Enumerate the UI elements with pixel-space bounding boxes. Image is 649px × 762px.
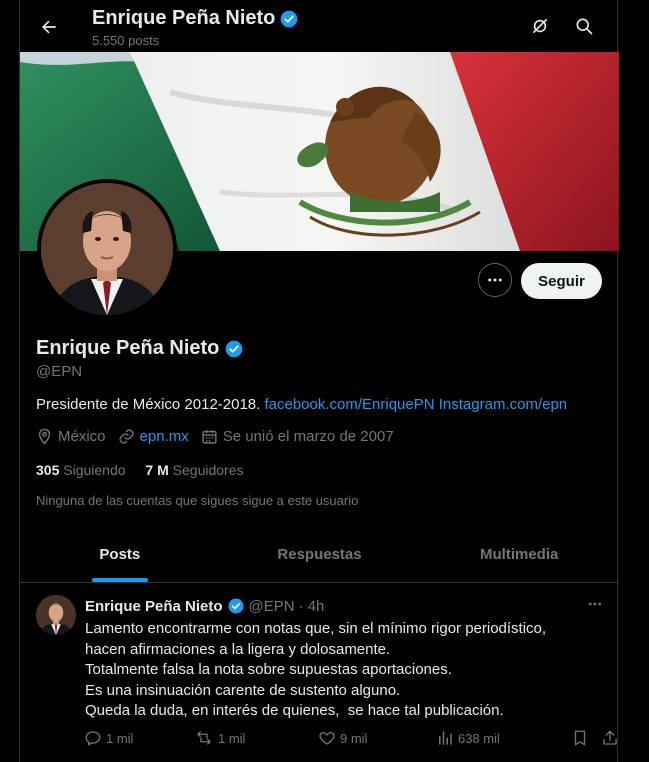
tab-media-label: Multimedia xyxy=(480,546,559,563)
joined-item: Se unió el marzo de 2007 xyxy=(201,428,394,445)
verified-badge-icon[interactable] xyxy=(224,339,244,359)
grok-icon xyxy=(532,18,548,34)
profile-column: Enrique Peña Nieto 5.550 posts Seguir En… xyxy=(19,0,619,762)
tab-media[interactable]: Multimedia xyxy=(419,527,619,582)
profile-tabs: Posts Respuestas Multimedia xyxy=(20,527,619,583)
verified-badge-icon xyxy=(228,598,244,614)
views-button[interactable]: 638 mil xyxy=(436,729,500,747)
more-icon xyxy=(589,602,601,606)
tweet-author[interactable]: Enrique Peña Nieto xyxy=(85,598,223,615)
follow-button[interactable]: Seguir xyxy=(521,263,602,299)
location-icon xyxy=(38,428,51,445)
tab-replies[interactable]: Respuestas xyxy=(220,527,420,582)
tweet-line: Lamento encontrarme con notas que, sin e… xyxy=(85,620,547,637)
profile-meta: México epn.mx Se unió el marzo de 2007 xyxy=(36,428,406,445)
tweet-more-button[interactable] xyxy=(584,594,606,614)
tab-posts[interactable]: Posts xyxy=(20,527,220,582)
followers-label: Seguidores xyxy=(172,462,244,478)
following-count: 305 xyxy=(36,462,60,478)
tweet-text: Lamento encontrarme con notas que, sin e… xyxy=(85,619,605,722)
tweet-line: Es una insinuación carente de sustento a… xyxy=(85,681,401,699)
tweet-line: hacen afirmaciones a la ligera y dolosam… xyxy=(85,640,391,658)
follow-stats: 305 Siguiendo 7 M Seguidores xyxy=(36,462,243,478)
more-icon xyxy=(488,278,502,282)
followers-link[interactable]: 7 M Seguidores xyxy=(145,462,243,478)
like-count: 9 mil xyxy=(340,730,368,746)
website-item: epn.mx xyxy=(118,428,189,445)
profile-name-row: Enrique Peña Nieto xyxy=(36,337,244,360)
active-tab-indicator xyxy=(91,578,148,582)
following-link[interactable]: 305 Siguiendo xyxy=(36,462,126,478)
following-label: Siguiendo xyxy=(63,462,126,478)
repost-icon xyxy=(197,731,211,745)
tab-posts-label: Posts xyxy=(99,546,141,563)
bookmark-button[interactable] xyxy=(571,729,593,747)
bio-link-facebook[interactable]: facebook.com/EnriquePN xyxy=(264,396,434,413)
tweet-handle[interactable]: @EPN xyxy=(249,598,295,615)
search-button[interactable] xyxy=(569,11,599,41)
more-options-button[interactable] xyxy=(478,263,512,297)
tweet-actions: 1 mil 1 mil 9 mil 638 mil xyxy=(80,729,617,751)
views-icon xyxy=(439,731,452,745)
header-name: Enrique Peña Nieto xyxy=(92,7,276,29)
views-count: 638 mil xyxy=(458,730,500,746)
tweet-avatar[interactable] xyxy=(36,595,76,635)
verified-badge-icon xyxy=(281,10,298,27)
like-icon xyxy=(319,732,335,745)
bio-text: Presidente de México 2012-2018. xyxy=(36,396,261,413)
location-text: México xyxy=(58,428,106,445)
bio-link-instagram[interactable]: Instagram.com/epn xyxy=(439,396,567,413)
reply-button[interactable]: 1 mil xyxy=(84,729,133,747)
location-item: México xyxy=(36,428,106,445)
avatar-photo xyxy=(36,595,76,635)
tweet-time[interactable]: 4h xyxy=(308,598,325,615)
share-icon xyxy=(603,730,617,745)
website-link[interactable]: epn.mx xyxy=(140,428,189,445)
tweet-line: Queda la duda, en interés de quienes, se… xyxy=(85,702,504,719)
followers-count: 7 M xyxy=(145,462,169,478)
tweet-separator: · xyxy=(298,597,304,615)
profile-name: Enrique Peña Nieto xyxy=(36,337,220,359)
profile-bio: Presidente de México 2012-2018. facebook… xyxy=(36,396,567,413)
avatar-photo xyxy=(41,183,173,315)
like-button[interactable]: 9 mil xyxy=(318,729,367,747)
back-arrow-icon xyxy=(42,20,56,34)
joined-text: Se unió el marzo de 2007 xyxy=(222,428,394,445)
top-bar: Enrique Peña Nieto 5.550 posts xyxy=(20,0,619,52)
profile-avatar[interactable] xyxy=(37,179,177,319)
calendar-icon xyxy=(202,430,217,444)
repost-button[interactable]: 1 mil xyxy=(194,729,245,747)
link-icon xyxy=(118,429,134,444)
reply-count: 1 mil xyxy=(106,730,134,746)
search-icon xyxy=(576,18,593,35)
profile-handle: @EPN xyxy=(36,363,83,380)
tweet-header: Enrique Peña Nieto @EPN · 4h xyxy=(85,597,324,615)
reply-icon xyxy=(85,731,101,746)
grok-button[interactable] xyxy=(525,11,555,41)
followed-by-note: Ninguna de las cuentas que sigues sigue … xyxy=(36,493,359,508)
tab-replies-label: Respuestas xyxy=(277,546,362,563)
tweet-line: Totalmente falsa la nota sobre supuestas… xyxy=(85,661,452,678)
posts-count: 5.550 posts xyxy=(92,33,160,48)
bookmark-icon xyxy=(574,730,586,746)
back-button[interactable] xyxy=(34,12,64,42)
header-title: Enrique Peña Nieto xyxy=(92,7,299,30)
repost-count: 1 mil xyxy=(218,730,246,746)
share-button[interactable] xyxy=(601,729,623,747)
